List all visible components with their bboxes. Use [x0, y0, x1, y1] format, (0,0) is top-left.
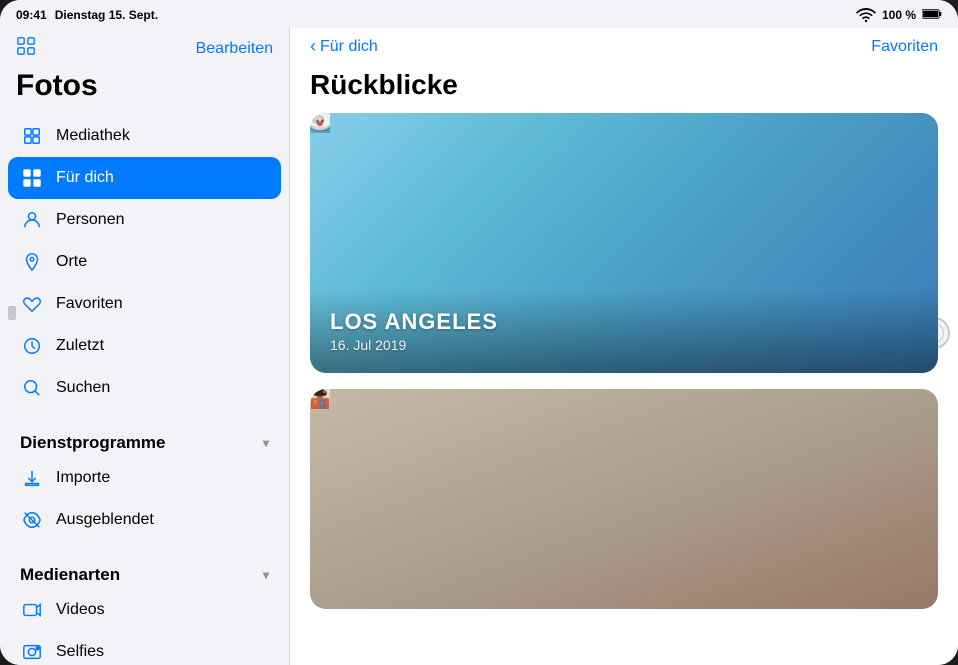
nav-back-label: Für dich [320, 38, 378, 56]
sidebar-item-videos[interactable]: Videos [8, 589, 281, 631]
sidebar-label-personen: Personen [56, 211, 125, 229]
sidebar-title: Fotos [0, 65, 289, 115]
card-date: 16. Jul 2019 [330, 337, 918, 353]
sidebar-edit-button[interactable]: Bearbeiten [196, 40, 273, 58]
sidebar-medienarten-section: Medienarten ▾ Videos [0, 549, 289, 665]
battery-label: 100 % [882, 8, 916, 22]
import-icon [20, 466, 44, 490]
content-scroll: LOS ANGELES 16. Jul 2019 [290, 113, 958, 665]
hidden-icon [20, 508, 44, 532]
sidebar-item-ausgeblendet[interactable]: Ausgeblendet [8, 499, 281, 541]
medienarten-header[interactable]: Medienarten ▾ [8, 549, 281, 589]
medienarten-label: Medienarten [20, 565, 120, 585]
back-button[interactable]: ‹ Für dich [310, 36, 378, 57]
sidebar-item-mediathek[interactable]: Mediathek [8, 115, 281, 157]
sidebar-dienstprogramme-section: Dienstprogramme ▾ Importe [0, 417, 289, 541]
sidebar-label-mediathek: Mediathek [56, 127, 130, 145]
status-bar-left: 09:41 Dienstag 15. Sept. [16, 8, 158, 22]
sidebar-item-selfies[interactable]: Selfies [8, 631, 281, 665]
search-icon [20, 376, 44, 400]
star-icon [20, 166, 44, 190]
sidebar-label-orte: Orte [56, 253, 87, 271]
sidebar-label-videos: Videos [56, 601, 105, 619]
video-icon [20, 598, 44, 622]
status-date: Dienstag 15. Sept. [55, 8, 158, 22]
nav-action-button[interactable]: Favoriten [871, 38, 938, 56]
heart-icon [20, 292, 44, 316]
medienarten-chevron-icon: ▾ [263, 568, 269, 582]
dienstprogramme-header[interactable]: Dienstprogramme ▾ [8, 417, 281, 457]
content-area: ‹ Für dich Favoriten Rückblicke [290, 28, 958, 665]
status-time: 09:41 [16, 8, 47, 22]
side-button[interactable] [8, 306, 16, 320]
sidebar-item-fuer-dich[interactable]: Für dich [8, 157, 281, 199]
sidebar-header: Bearbeiten [0, 28, 289, 65]
sidebar: Bearbeiten Fotos Mediathek [0, 28, 290, 665]
status-bar: 09:41 Dienstag 15. Sept. 100 % [0, 0, 958, 28]
sidebar-item-suchen[interactable]: Suchen [8, 367, 281, 409]
sidebar-item-importe[interactable]: Importe [8, 457, 281, 499]
sidebar-item-zuletzt[interactable]: Zuletzt [8, 325, 281, 367]
chevron-left-icon: ‹ [310, 36, 316, 57]
location-icon [20, 250, 44, 274]
sidebar-label-importe: Importe [56, 469, 110, 487]
sidebar-label-selfies: Selfies [56, 643, 104, 661]
memory-card-los-angeles[interactable]: LOS ANGELES 16. Jul 2019 [310, 113, 938, 373]
card-location: LOS ANGELES [330, 309, 918, 335]
sidebar-label-zuletzt: Zuletzt [56, 337, 104, 355]
sidebar-label-fuer-dich: Für dich [56, 169, 114, 187]
dienstprogramme-label: Dienstprogramme [20, 433, 165, 453]
sidebar-label-favoriten: Favoriten [56, 295, 123, 313]
wifi-icon [856, 4, 876, 27]
sidebar-label-ausgeblendet: Ausgeblendet [56, 511, 154, 529]
battery-icon [922, 4, 942, 27]
content-title: Rückblicke [290, 65, 958, 113]
card-overlay-1: LOS ANGELES 16. Jul 2019 [310, 289, 938, 373]
dienstprogramme-chevron-icon: ▾ [263, 436, 269, 450]
main-layout: Bearbeiten Fotos Mediathek [0, 28, 958, 665]
content-nav: ‹ Für dich Favoriten [290, 28, 958, 65]
selfie-icon [20, 640, 44, 664]
sidebar-grid-icon [16, 36, 36, 61]
sidebar-label-suchen: Suchen [56, 379, 110, 397]
status-bar-right: 100 % [856, 4, 942, 27]
clock-icon [20, 334, 44, 358]
sidebar-item-orte[interactable]: Orte [8, 241, 281, 283]
memory-card-portrait[interactable] [310, 389, 938, 609]
ipad-frame: 09:41 Dienstag 15. Sept. 100 % [0, 0, 958, 665]
person-icon [20, 208, 44, 232]
library-icon [20, 124, 44, 148]
sidebar-main-section: Mediathek Für dich [0, 115, 289, 409]
sidebar-item-favoriten[interactable]: Favoriten [8, 283, 281, 325]
sidebar-item-personen[interactable]: Personen [8, 199, 281, 241]
